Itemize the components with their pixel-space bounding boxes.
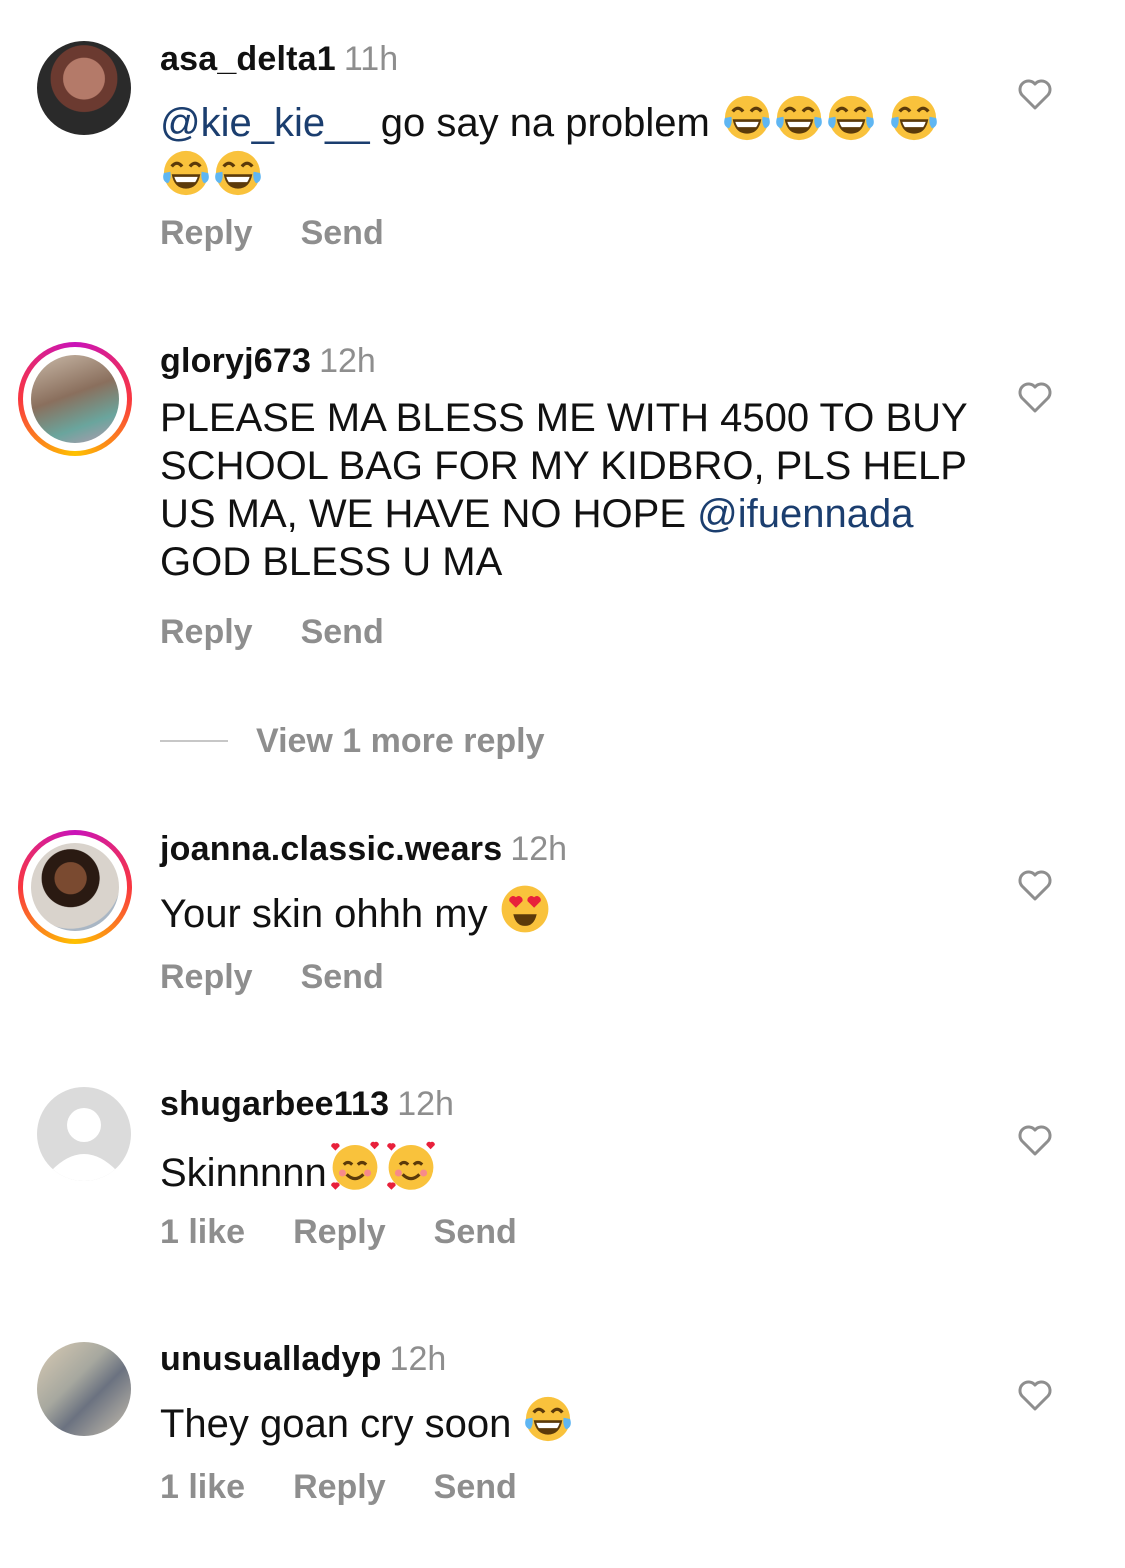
heart-icon[interactable] xyxy=(1015,377,1055,417)
joy-emoji-icon xyxy=(721,92,773,144)
comment-text: Your skin ohhh my xyxy=(160,883,980,938)
timestamp: 11h xyxy=(343,40,399,78)
comment-actions: 1 like Reply Send xyxy=(160,1468,565,1507)
comment-body: Your skin ohhh my xyxy=(160,892,499,936)
view-more-label: View 1 more reply xyxy=(256,722,545,760)
reply-button[interactable]: Reply xyxy=(293,1468,386,1506)
joy-emoji-icon xyxy=(773,92,825,144)
send-button[interactable]: Send xyxy=(301,958,384,996)
mention-link[interactable]: @kie_kie__ xyxy=(160,101,370,145)
view-more-replies-button[interactable]: View 1 more reply xyxy=(160,722,545,761)
heart-icon[interactable] xyxy=(1015,1375,1055,1415)
avatar[interactable] xyxy=(18,830,132,944)
comment-actions: 1 like Reply Send xyxy=(160,1213,565,1252)
joy-emoji-icon xyxy=(160,147,212,199)
timestamp: 12h xyxy=(510,830,568,868)
avatar[interactable] xyxy=(18,22,132,136)
reply-button[interactable]: Reply xyxy=(160,958,253,996)
comment-body-end: GOD BLESS U MA xyxy=(160,540,503,584)
heart-icon[interactable] xyxy=(1015,74,1055,114)
comment-header: gloryj673 12h xyxy=(160,342,376,381)
avatar[interactable] xyxy=(18,342,132,456)
timestamp: 12h xyxy=(397,1085,454,1123)
joy-emoji-icon xyxy=(825,92,877,144)
comment-header: joanna.classic.wears 12h xyxy=(160,830,567,869)
mention-link[interactable]: @ifuennada xyxy=(697,492,913,536)
username[interactable]: unusualladyp xyxy=(160,1340,382,1378)
comment-text: Skinnnnn xyxy=(160,1138,980,1197)
comment-body: go say na problem xyxy=(369,101,710,145)
default-avatar-icon xyxy=(37,1087,131,1181)
heart-eyes-emoji-icon xyxy=(499,883,551,935)
heart-icon[interactable] xyxy=(1015,1120,1055,1160)
avatar[interactable] xyxy=(18,1068,132,1182)
smiling-hearts-emoji-icon xyxy=(327,1138,383,1194)
comment-actions: Reply Send xyxy=(160,613,432,652)
comment-body: Skinnnnn xyxy=(160,1151,327,1195)
username[interactable]: joanna.classic.wears xyxy=(160,830,502,868)
avatar[interactable] xyxy=(18,1323,132,1437)
timestamp: 12h xyxy=(319,342,376,380)
heart-icon[interactable] xyxy=(1015,865,1055,905)
comment-actions: Reply Send xyxy=(160,958,432,997)
joy-emoji-icon xyxy=(888,92,940,144)
comment-text: PLEASE MA BLESS ME WITH 4500 TO BUY SCHO… xyxy=(160,394,980,586)
comment-header: shugarbee113 12h xyxy=(160,1085,454,1124)
username[interactable]: shugarbee113 xyxy=(160,1085,389,1123)
send-button[interactable]: Send xyxy=(301,613,384,651)
comment-text: They goan cry soon xyxy=(160,1393,980,1448)
send-button[interactable]: Send xyxy=(301,214,384,252)
comment-text: @kie_kie__ go say na problem xyxy=(160,92,980,202)
joy-emoji-icon xyxy=(522,1393,574,1445)
send-button[interactable]: Send xyxy=(434,1468,517,1506)
username[interactable]: gloryj673 xyxy=(160,342,311,380)
username[interactable]: asa_delta1 xyxy=(160,40,336,78)
smiling-hearts-emoji-icon xyxy=(383,1138,439,1194)
like-count[interactable]: 1 like xyxy=(160,1468,245,1506)
divider-line xyxy=(160,740,228,742)
avatar-image xyxy=(37,41,131,135)
like-count[interactable]: 1 like xyxy=(160,1213,245,1251)
reply-button[interactable]: Reply xyxy=(293,1213,386,1251)
joy-emoji-icon xyxy=(212,147,264,199)
reply-button[interactable]: Reply xyxy=(160,613,253,651)
comment-header: asa_delta1 11h xyxy=(160,40,398,79)
avatar-image xyxy=(31,355,119,443)
send-button[interactable]: Send xyxy=(434,1213,517,1251)
avatar-image xyxy=(37,1342,131,1436)
comment-actions: Reply Send xyxy=(160,214,432,253)
avatar-image xyxy=(31,843,119,931)
comment-body: They goan cry soon xyxy=(160,1402,523,1446)
timestamp: 12h xyxy=(389,1340,447,1378)
comment-header: unusualladyp 12h xyxy=(160,1340,446,1379)
reply-button[interactable]: Reply xyxy=(160,214,253,252)
